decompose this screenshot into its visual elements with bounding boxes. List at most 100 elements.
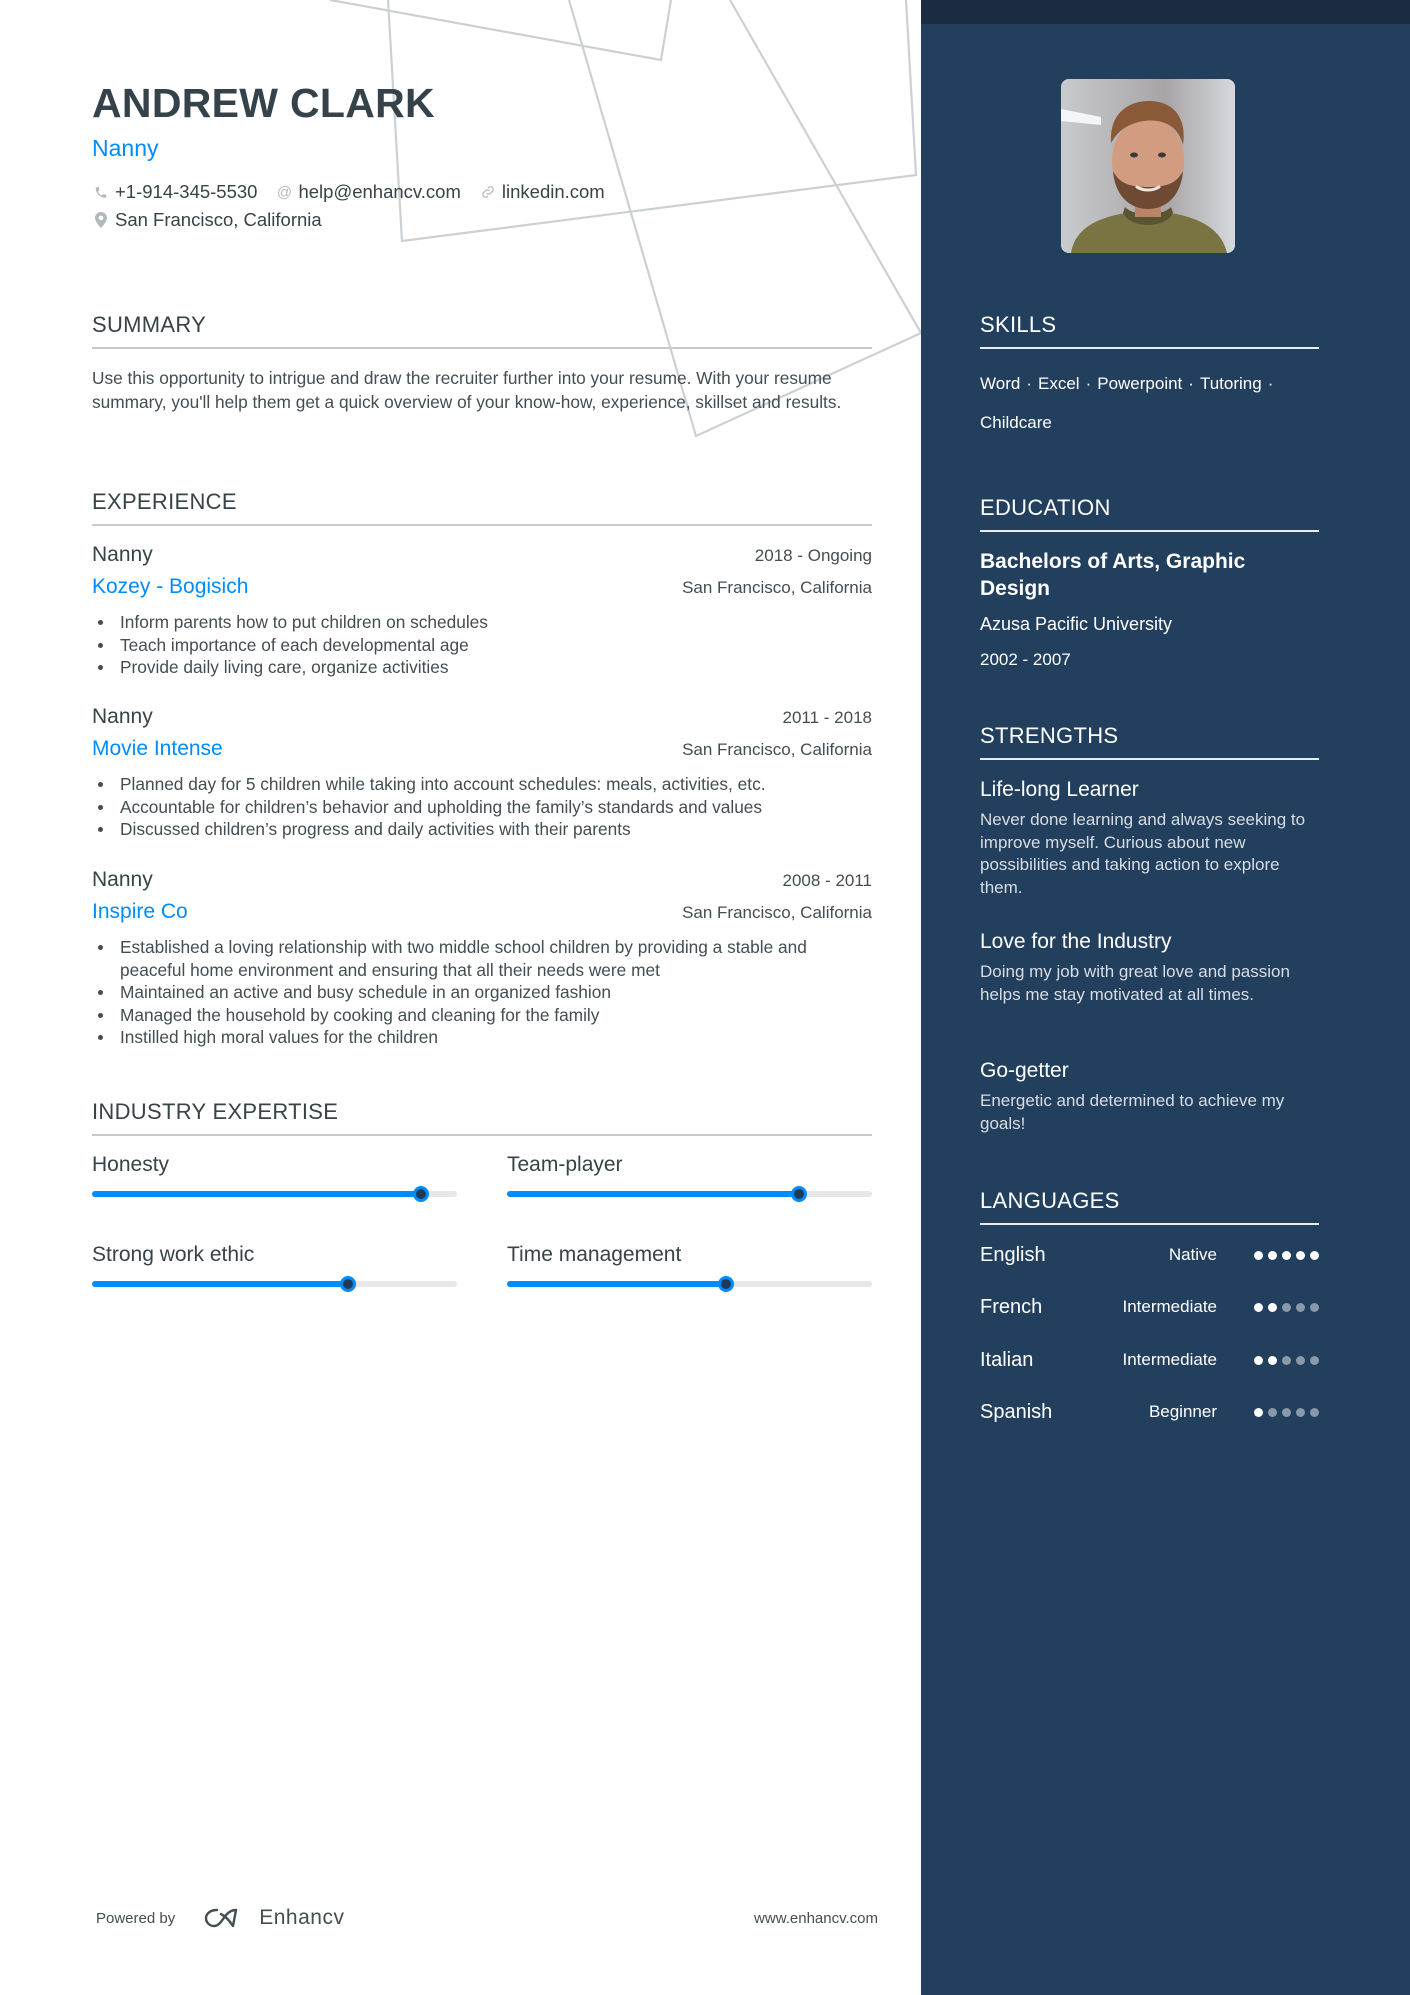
language-level: Intermediate	[1122, 1297, 1218, 1316]
profile-photo	[1061, 79, 1235, 253]
rating-dot-empty	[1310, 1302, 1319, 1312]
expertise-knob	[412, 1186, 429, 1202]
expertise-item: Team-player	[507, 1153, 872, 1202]
job-location: San Francisco, California	[682, 740, 872, 759]
phone-icon	[92, 183, 110, 201]
job-company[interactable]: Movie Intense	[92, 737, 223, 761]
job-role: Nanny	[92, 543, 153, 566]
location-pin-icon	[92, 211, 110, 229]
rating-dot-empty	[1282, 1355, 1291, 1365]
job-bullet: Established a loving relationship with t…	[92, 936, 872, 981]
skills-heading: SKILLS	[980, 312, 1319, 349]
rating-dot-empty	[1310, 1355, 1319, 1365]
sidebar: SKILLS Word · Excel · Powerpoint · Tutoring · Ch…	[921, 0, 1410, 1995]
rating-dot-empty	[1282, 1302, 1291, 1312]
rating-dot-empty	[1296, 1355, 1305, 1365]
rating-dot-filled	[1282, 1250, 1291, 1260]
expertise-slider	[92, 1276, 457, 1292]
experience-heading: EXPERIENCE	[92, 489, 872, 526]
strengths-heading: STRENGTHS	[980, 723, 1319, 760]
expertise-item: Honesty	[92, 1153, 457, 1202]
job-bullet: Teach importance of each developmental a…	[92, 634, 872, 657]
expertise-label: Team-player	[507, 1153, 623, 1176]
job-role: Nanny	[92, 705, 153, 728]
expertise-label: Honesty	[92, 1153, 170, 1176]
link-text: linkedin.com	[501, 181, 605, 202]
job-bullets: Established a loving relationship with t…	[92, 936, 872, 1049]
strength-description: Never done learning and always seeking t…	[980, 810, 1306, 897]
job-dates: 2018 - Ongoing	[754, 546, 872, 565]
contact-row: +1-914-345-5530 @ help@enhancv.com linke…	[92, 181, 623, 203]
job-role: Nanny	[92, 868, 153, 891]
skill-item: Childcare	[980, 413, 1052, 432]
expertise-knob	[718, 1276, 734, 1292]
link-icon	[479, 183, 497, 201]
rating-dot-empty	[1268, 1407, 1277, 1417]
contact-link[interactable]: linkedin.com	[479, 181, 605, 203]
job-dates: 2008 - 2011	[782, 871, 872, 890]
powered-by-label: Powered by	[96, 1909, 176, 1927]
brand-name: Enhancv	[259, 1906, 345, 1929]
footer: Powered by Enhancv www.enhancv.com	[96, 1902, 878, 1934]
phone-text: +1-914-345-5530	[115, 181, 258, 202]
candidate-name: ANDREW CLARK	[92, 80, 435, 126]
job-bullets: Inform parents how to put children on sc…	[92, 611, 872, 679]
language-name: English	[980, 1243, 1046, 1266]
expertise-label: Strong work ethic	[92, 1243, 255, 1266]
experience-entry: Nanny 2011 - 2018 Movie Intense San Fran…	[92, 705, 872, 841]
rating-dot-filled	[1310, 1250, 1319, 1260]
education-school: Azusa Pacific University	[980, 614, 1173, 634]
strength-item: Life-long Learner Never done learning an…	[980, 776, 1319, 899]
rating-dot-filled	[1254, 1250, 1263, 1260]
expertise-slider	[507, 1276, 872, 1292]
rating-dot-empty	[1296, 1407, 1305, 1417]
education-years: 2002 - 2007	[980, 650, 1071, 669]
language-item: English Native	[980, 1241, 1319, 1269]
expertise-knob	[791, 1186, 807, 1202]
strength-title: Go-getter	[980, 1059, 1069, 1082]
job-bullet: Instilled high moral values for the chil…	[92, 1026, 872, 1049]
skill-item: Powerpoint	[1097, 374, 1183, 393]
strength-item: Love for the Industry Doing my job with …	[980, 928, 1319, 1006]
experience-entry: Nanny 2018 - Ongoing Kozey - Bogisich Sa…	[92, 543, 872, 679]
website-link[interactable]: www.enhancv.com	[754, 1910, 878, 1927]
job-dates: 2011 - 2018	[782, 708, 872, 727]
expertise-knob	[339, 1276, 356, 1292]
email-text: help@enhancv.com	[298, 181, 461, 202]
expertise-slider	[92, 1186, 457, 1202]
language-rating	[1249, 1355, 1319, 1365]
expertise-label: Time management	[507, 1243, 682, 1266]
contact-email[interactable]: @ help@enhancv.com	[275, 181, 461, 203]
job-company[interactable]: Inspire Co	[92, 900, 188, 924]
summary-text: Use this opportunity to intrigue and dra…	[92, 368, 842, 412]
experience-entry: Nanny 2008 - 2011 Inspire Co San Francis…	[92, 868, 872, 1049]
job-bullet: Planned day for 5 children while taking …	[92, 773, 872, 796]
sidebar-top-band	[921, 0, 1410, 24]
rating-dot-filled	[1268, 1355, 1277, 1365]
strength-title: Life-long Learner	[980, 778, 1139, 801]
job-location: San Francisco, California	[682, 903, 872, 922]
strength-description: Energetic and determined to achieve my g…	[980, 1091, 1285, 1133]
language-rating	[1249, 1407, 1319, 1417]
languages-heading: LANGUAGES	[980, 1188, 1319, 1225]
expertise-fill	[92, 1191, 421, 1197]
rating-dot-filled	[1254, 1355, 1263, 1365]
rating-dot-filled	[1254, 1407, 1263, 1417]
job-company[interactable]: Kozey - Bogisich	[92, 575, 248, 599]
contact-location: San Francisco, California	[92, 209, 322, 231]
rating-dot-filled	[1254, 1302, 1263, 1312]
at-icon: @	[276, 183, 293, 201]
rating-dot-empty	[1310, 1407, 1319, 1417]
language-rating	[1249, 1302, 1319, 1312]
contact-phone[interactable]: +1-914-345-5530	[92, 181, 257, 203]
language-item: Italian Intermediate	[980, 1346, 1319, 1374]
expertise-fill	[507, 1191, 799, 1197]
enhancv-logo[interactable]: Enhancv	[203, 1906, 344, 1930]
strength-title: Love for the Industry	[980, 930, 1172, 953]
candidate-title: Nanny	[92, 135, 159, 161]
rating-dot-filled	[1268, 1302, 1277, 1312]
job-bullet: Maintained an active and busy schedule i…	[92, 981, 872, 1004]
rating-dot-filled	[1268, 1250, 1277, 1260]
expertise-fill	[92, 1281, 348, 1287]
expertise-heading: INDUSTRY EXPERTISE	[92, 1099, 872, 1136]
